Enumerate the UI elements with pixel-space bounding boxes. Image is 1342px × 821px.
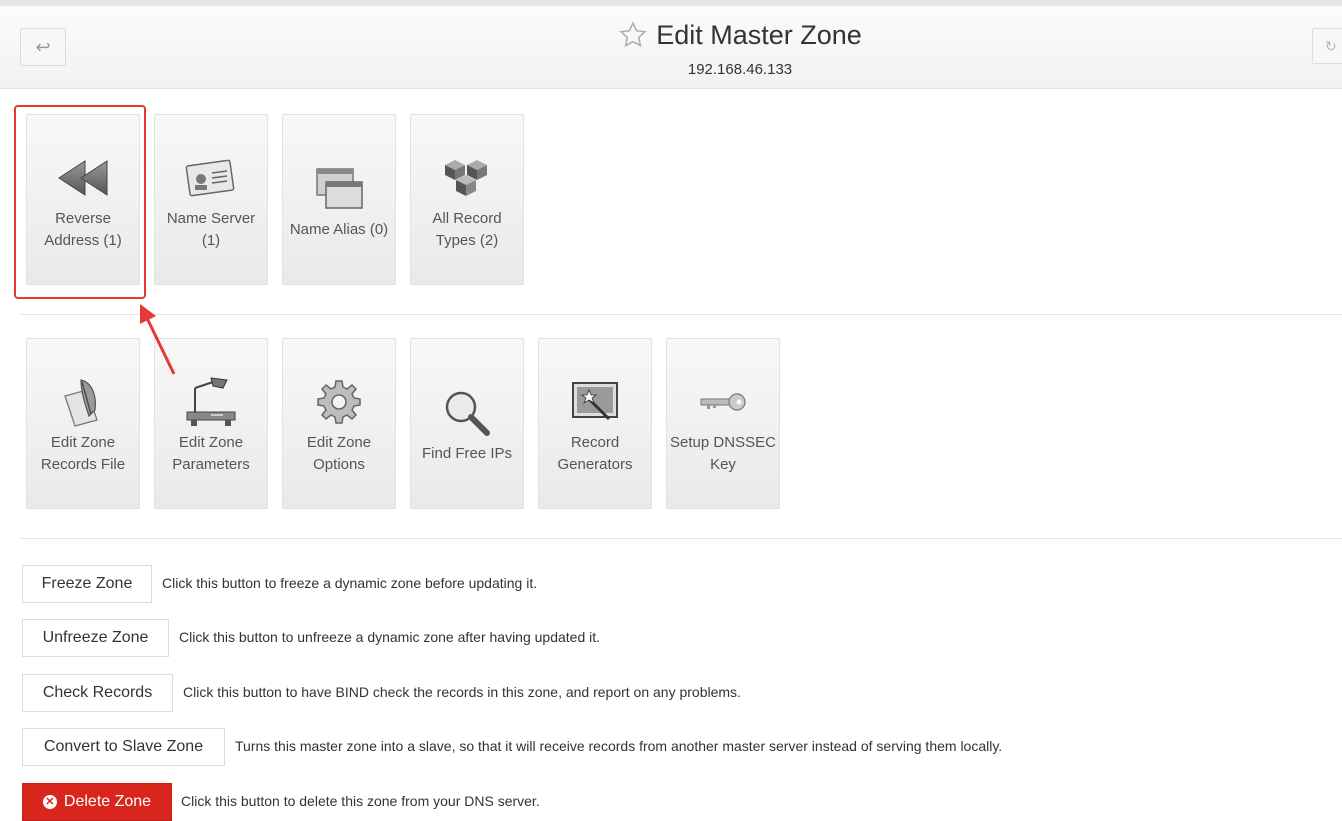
tile-label: Name Server (1) [166, 209, 256, 249]
tile-setup-dnssec-key[interactable]: Setup DNSSEC Key [666, 338, 780, 509]
tile-label: Edit Zone Parameters [172, 433, 250, 473]
convert-to-slave-zone-description: Turns this master zone into a slave, so … [235, 738, 1003, 754]
page-title: Edit Master Zone [656, 19, 862, 50]
return-button[interactable]: ↩ [20, 28, 66, 66]
tile-label: Find Free IPs [421, 444, 513, 462]
delete-zone-label: Delete Zone [63, 793, 152, 810]
convert-to-slave-zone-button[interactable]: Convert to Slave Zone [22, 728, 225, 766]
tile-edit-zone-options[interactable]: Edit Zone Options [282, 338, 396, 509]
tile-all-record-types[interactable]: All Record Types (2) [410, 114, 524, 285]
star-outline-icon[interactable] [618, 20, 648, 50]
tile-label: Record Generators [557, 433, 633, 473]
unfreeze-zone-button[interactable]: Unfreeze Zone [22, 619, 169, 657]
tile-label: Edit Zone Records File [40, 433, 126, 473]
divider [20, 538, 1342, 539]
cubes-icon [441, 148, 493, 208]
tile-edit-zone-records-file[interactable]: Edit Zone Records File [26, 338, 140, 509]
annotation-highlight-box [14, 105, 146, 299]
tile-label: Setup DNSSEC Key [670, 433, 776, 473]
page-header: ↩ Edit Master Zone 192.168.46.133 ↻ [0, 6, 1342, 89]
title-area: Edit Master Zone [560, 20, 920, 50]
magnifier-icon [441, 383, 493, 443]
divider [20, 314, 1342, 315]
freeze-zone-button[interactable]: Freeze Zone [22, 565, 152, 603]
tile-label: Edit Zone Options [306, 433, 372, 473]
unfreeze-zone-description: Click this button to unfreeze a dynamic … [179, 629, 601, 645]
tile-find-free-ips[interactable]: Find Free IPs [410, 338, 524, 509]
desk-lamp-icon [183, 372, 239, 432]
gear-icon [315, 372, 363, 432]
close-circle-icon: ✕ [42, 795, 57, 809]
tile-name-alias[interactable]: Name Alias (0) [282, 114, 396, 285]
annotation-arrow [140, 304, 176, 375]
tile-label: All Record Types (2) [432, 209, 502, 249]
key-icon [697, 372, 749, 432]
tile-record-generators[interactable]: Record Generators [538, 338, 652, 509]
delete-zone-button[interactable]: ✕ Delete Zone [22, 783, 172, 821]
return-arrow-icon: ↩ [35, 36, 51, 57]
zone-address: 192.168.46.133 [687, 61, 793, 78]
refresh-icon: ↻ [1325, 37, 1337, 54]
check-records-description: Click this button to have BIND check the… [183, 684, 741, 700]
tile-name-server[interactable]: Name Server (1) [154, 114, 268, 285]
windows-icon [313, 159, 365, 219]
check-records-button[interactable]: Check Records [22, 674, 173, 712]
id-card-icon [185, 148, 237, 208]
refresh-button[interactable]: ↻ [1312, 28, 1342, 64]
tile-label: Name Alias (0) [289, 220, 389, 238]
magic-wand-screen-icon [569, 372, 621, 432]
quill-paper-icon [59, 372, 107, 432]
delete-zone-description: Click this button to delete this zone fr… [181, 793, 540, 809]
freeze-zone-description: Click this button to freeze a dynamic zo… [162, 575, 538, 591]
